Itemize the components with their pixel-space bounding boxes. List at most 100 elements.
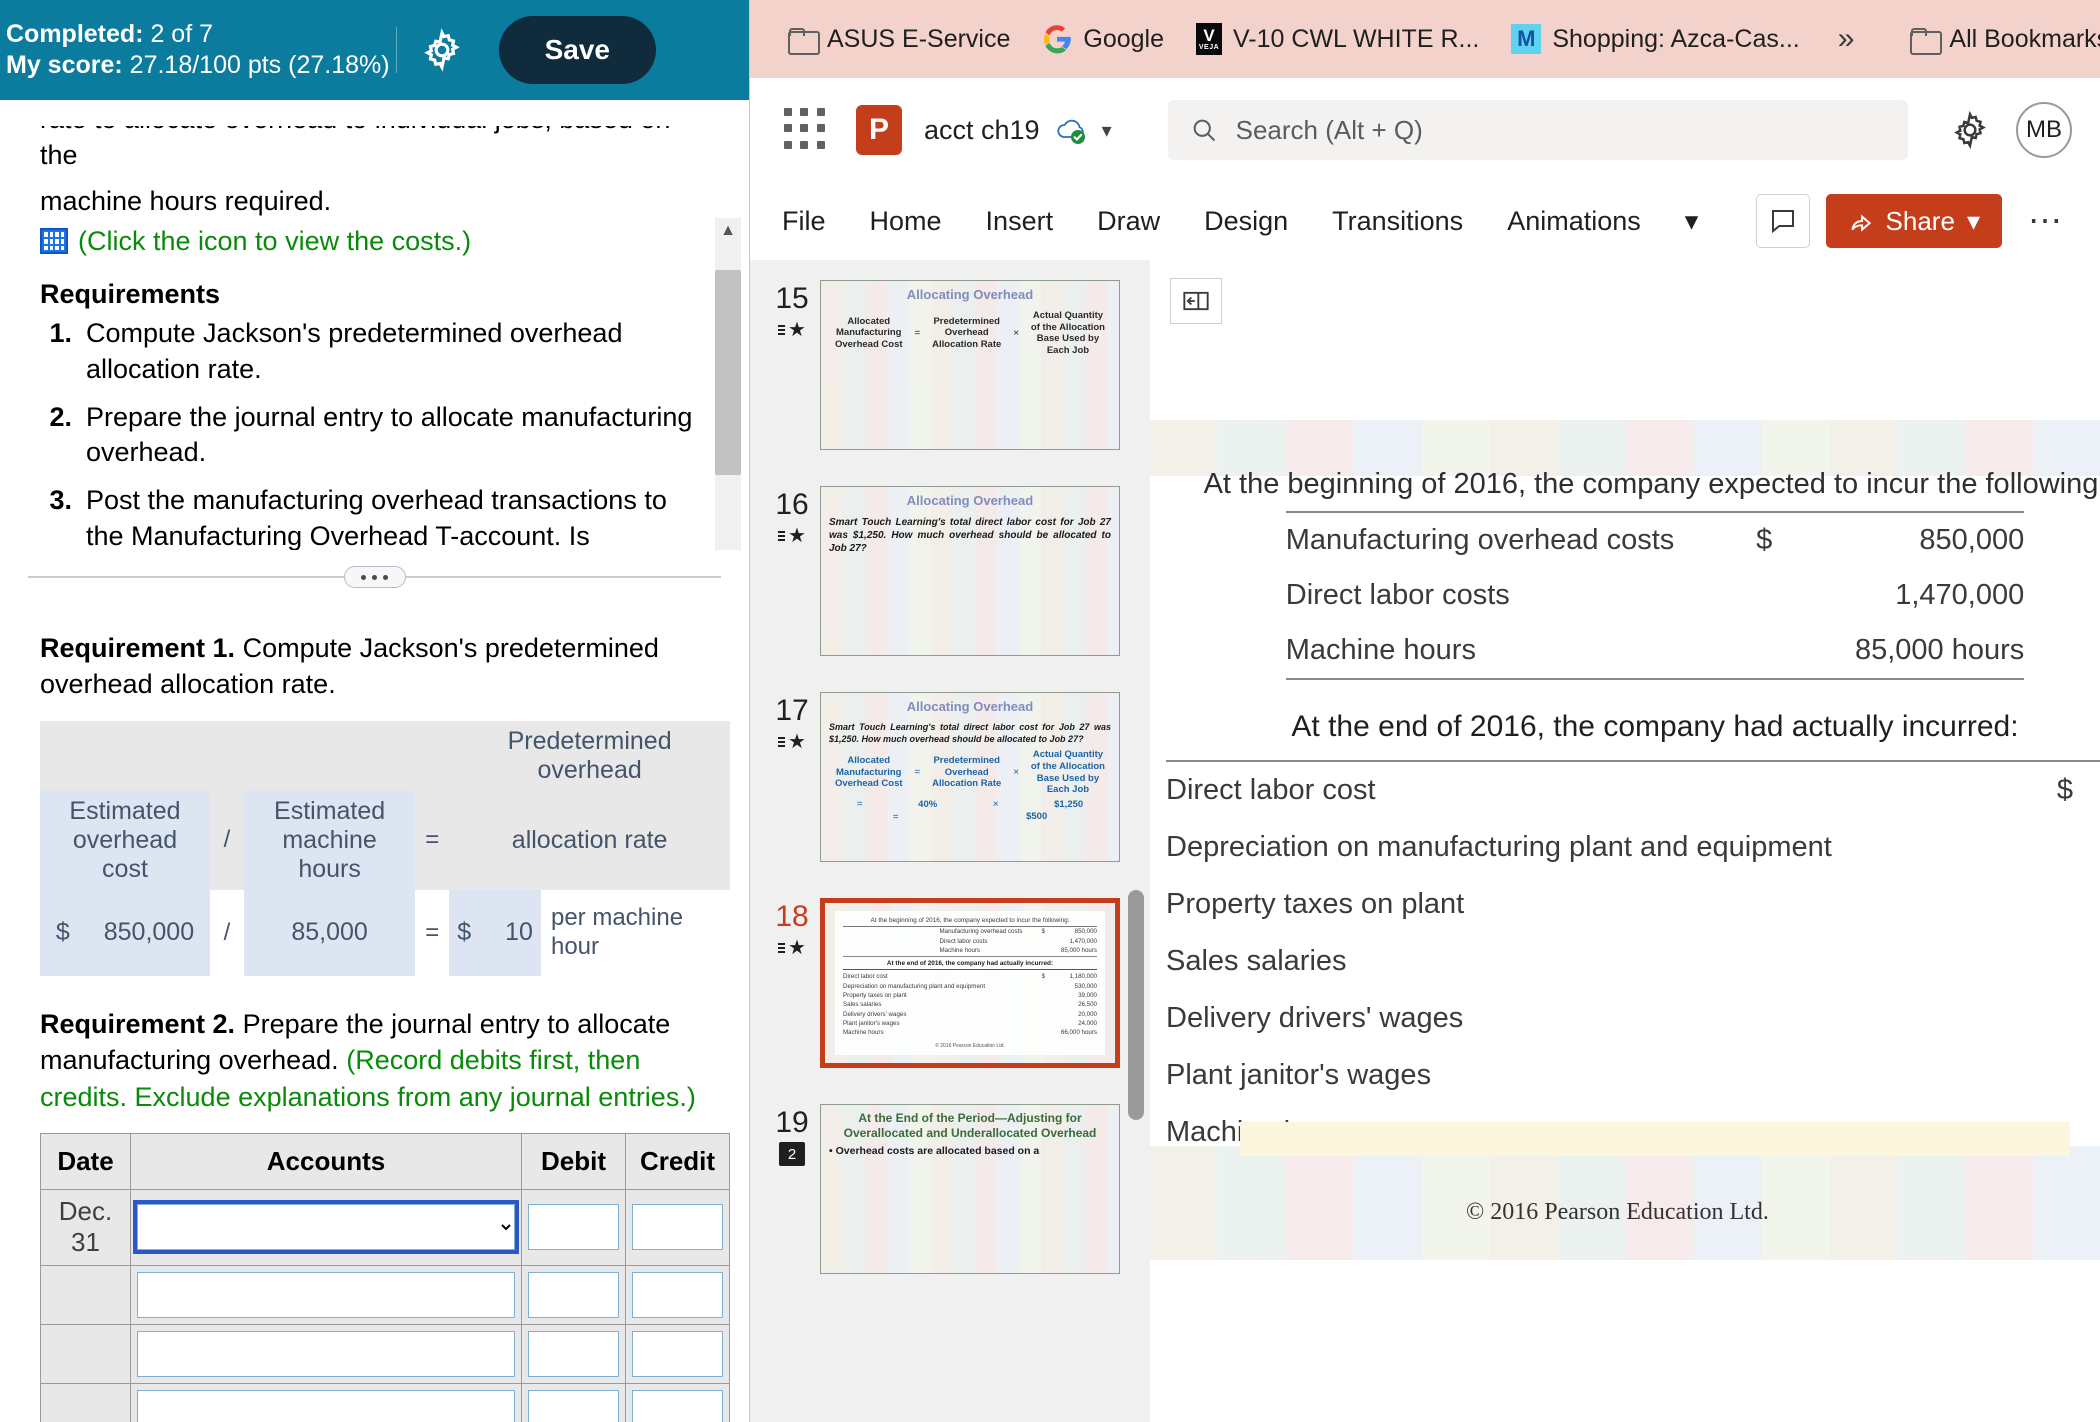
account-input-row-3[interactable] <box>137 1330 515 1377</box>
debit-input-row-1[interactable] <box>528 1204 619 1251</box>
expected-label: Manufacturing overhead costs <box>1285 511 1735 568</box>
problem-statement-scroll[interactable]: rate to allocate overhead to individual … <box>0 100 749 550</box>
slide-heading-expected: At the beginning of 2016, the company ex… <box>1203 468 2100 500</box>
journal-debit-cell-4 <box>521 1382 626 1422</box>
tab-draw[interactable]: Draw <box>1075 198 1182 245</box>
scroll-up-icon[interactable]: ▲ <box>715 218 741 244</box>
splitter-handle-dots-icon[interactable] <box>343 566 406 588</box>
row-currency <box>1033 947 1045 954</box>
requirement-item-2: 2. Prepare the journal entry to allocate… <box>40 400 709 472</box>
avatar[interactable]: MB <box>2016 102 2072 158</box>
cloud-saved-icon[interactable] <box>1054 115 1090 145</box>
bookmark-shopping-azca-cas[interactable]: M Shopping: Azca-Cas... <box>1495 18 1815 60</box>
powerpoint-workspace: 15 ★ Allocating Overhead Allocated Manufa… <box>750 260 2100 1422</box>
bookmarks-bar: ASUS E-Service Google V VEJA V-10 CWL WH… <box>750 0 2100 78</box>
credit-input-row-3[interactable] <box>632 1330 723 1377</box>
journal-account-cell-2 <box>130 1264 522 1325</box>
tab-home[interactable]: Home <box>848 198 964 245</box>
slide-thumbnail-17[interactable]: Allocating Overhead Smart Touch Learning… <box>820 692 1120 862</box>
waffle-icon[interactable] <box>784 108 828 152</box>
account-select-row-1[interactable] <box>133 1200 519 1255</box>
row-label: Direct labor costs <box>939 937 988 945</box>
table-icon <box>40 228 68 255</box>
actual-label: Direct labor cost <box>1166 760 2034 819</box>
title-chevron-down-icon[interactable]: ▾ <box>1102 118 1112 143</box>
estimated-overhead-cost-value: $ 850,000 <box>40 889 210 976</box>
slide-thumbnail-18[interactable]: At the beginning of 2016, the company ex… <box>820 898 1120 1068</box>
collapse-ribbon-icon[interactable] <box>1170 278 1222 324</box>
gear-icon[interactable] <box>1950 110 1990 150</box>
journal-row-2 <box>40 1264 730 1325</box>
thumbnail-row-17: 17 ★ Allocating Overhead Smart Touch Lea… <box>750 692 1150 898</box>
thumbnail-content: Allocating Overhead Allocated Manufacturi… <box>821 281 1119 362</box>
journal-credit-cell-2 <box>625 1264 730 1325</box>
slide-editing-surface[interactable]: At the beginning of 2016, the company ex… <box>1150 260 2100 1422</box>
slide-canvas[interactable]: At the beginning of 2016, the company ex… <box>1150 420 2100 1260</box>
save-button[interactable]: Save <box>498 16 656 84</box>
credit-input-row-4[interactable] <box>632 1389 723 1422</box>
requirement-text: Prepare the journal entry to allocate ma… <box>86 401 693 468</box>
actual-row-4: Sales salaries 26,500 <box>1166 933 2100 990</box>
row-amount: 24,000 <box>1078 1020 1097 1027</box>
thumbnail-panel-scrollbar[interactable] <box>1128 890 1144 1120</box>
debit-input-row-2[interactable] <box>528 1271 619 1318</box>
credit-input-row-1[interactable] <box>632 1204 723 1251</box>
rate-header-line3: allocation rate <box>449 790 730 890</box>
bookmark-google[interactable]: Google <box>1026 18 1180 60</box>
divide-operator-value: / <box>209 889 244 976</box>
score-value: 27.18/100 pts (27.18%) <box>129 51 390 79</box>
chevron-double-right-icon[interactable]: » <box>1838 22 1855 56</box>
thumbnail-formula: Allocated Manufacturing Overhead Cost = Pr… <box>829 749 1111 795</box>
credit-input-row-2[interactable] <box>632 1271 723 1318</box>
actual-costs-table: Direct labor cost $ 1,180,000 Depreciati… <box>1166 760 2100 1161</box>
comment-icon[interactable] <box>1755 194 1810 248</box>
tab-insert[interactable]: Insert <box>964 198 1076 245</box>
row-currency <box>1033 983 1045 990</box>
tab-transitions[interactable]: Transitions <box>1310 198 1485 245</box>
ellipsis-icon[interactable]: ⋯ <box>2018 201 2072 241</box>
account-input-row-2[interactable] <box>137 1271 515 1318</box>
formula-term-3: Actual Quantity of the Allocation Base Use… <box>1030 310 1105 356</box>
problem-scrollbar[interactable]: ▲ ▼ <box>715 218 741 550</box>
tab-design[interactable]: Design <box>1182 198 1310 245</box>
share-button[interactable]: Share ▾ <box>1825 194 2002 248</box>
tab-file[interactable]: File <box>772 198 848 245</box>
journal-row-1: Dec. 31 <box>40 1189 730 1266</box>
ribbon-more-chevron-down-icon[interactable]: ▾ <box>1663 198 1721 245</box>
debit-input-row-4[interactable] <box>528 1389 619 1422</box>
scrollbar-thumb[interactable] <box>715 270 741 475</box>
slide-number: 19 <box>775 1106 809 1139</box>
expected-label: Direct labor costs <box>1285 579 1510 611</box>
folder-icon <box>788 27 820 55</box>
row-currency <box>1033 1011 1045 1018</box>
thumbnail-actual-row: Machine hours 66,000 hours <box>843 1028 1097 1037</box>
thumbnail-row-15: 15 ★ Allocating Overhead Allocated Manufa… <box>750 280 1150 486</box>
thumbnail-actual-row: Direct labor cost $ 1,180,000 <box>843 972 1097 981</box>
formula-equals: = <box>914 767 921 779</box>
document-title[interactable]: acct ch19 <box>924 115 1040 146</box>
view-costs-link[interactable]: (Click the icon to view the costs.) <box>40 226 709 257</box>
actual-label: Delivery drivers' wages <box>1166 1002 1464 1034</box>
tab-animations[interactable]: Animations <box>1485 198 1663 245</box>
homework-pane: Completed: 2 of 7 My score: 27.18/100 pt… <box>0 0 750 1422</box>
solution-times: × <box>992 798 999 810</box>
pane-splitter[interactable] <box>28 566 721 588</box>
expected-row-2: Direct labor costs 1,470,000 <box>1286 568 2025 623</box>
actual-amount: 1,180,000 <box>2096 760 2100 819</box>
slide-thumbnail-19[interactable]: At the End of the Period—Adjusting for O… <box>820 1104 1120 1274</box>
completed-line: Completed: 2 of 7 <box>6 19 390 50</box>
account-input-row-4[interactable] <box>137 1389 515 1422</box>
bookmark-v10-cwl-white[interactable]: V VEJA V-10 CWL WHITE R... <box>1180 17 1495 61</box>
all-bookmarks-button[interactable]: All Bookmarks <box>1894 19 2100 60</box>
thumbnail-heading-1: At the beginning of 2016, the company ex… <box>843 917 1097 927</box>
bookmark-asus-e-service[interactable]: ASUS E-Service <box>772 19 1026 60</box>
search-input[interactable]: Search (Alt + Q) <box>1167 100 1908 160</box>
debit-input-row-3[interactable] <box>528 1330 619 1377</box>
slide-thumbnail-15[interactable]: Allocating Overhead Allocated Manufacturi… <box>820 280 1120 450</box>
gear-icon[interactable] <box>415 23 469 77</box>
slide-thumbnail-16[interactable]: Allocating Overhead Smart Touch Learning… <box>820 486 1120 656</box>
actual-currency <box>2034 933 2096 990</box>
slide-thumbnail-panel[interactable]: 15 ★ Allocating Overhead Allocated Manufa… <box>750 260 1150 1422</box>
google-icon <box>1042 24 1072 54</box>
row-currency: $ <box>1041 928 1045 936</box>
